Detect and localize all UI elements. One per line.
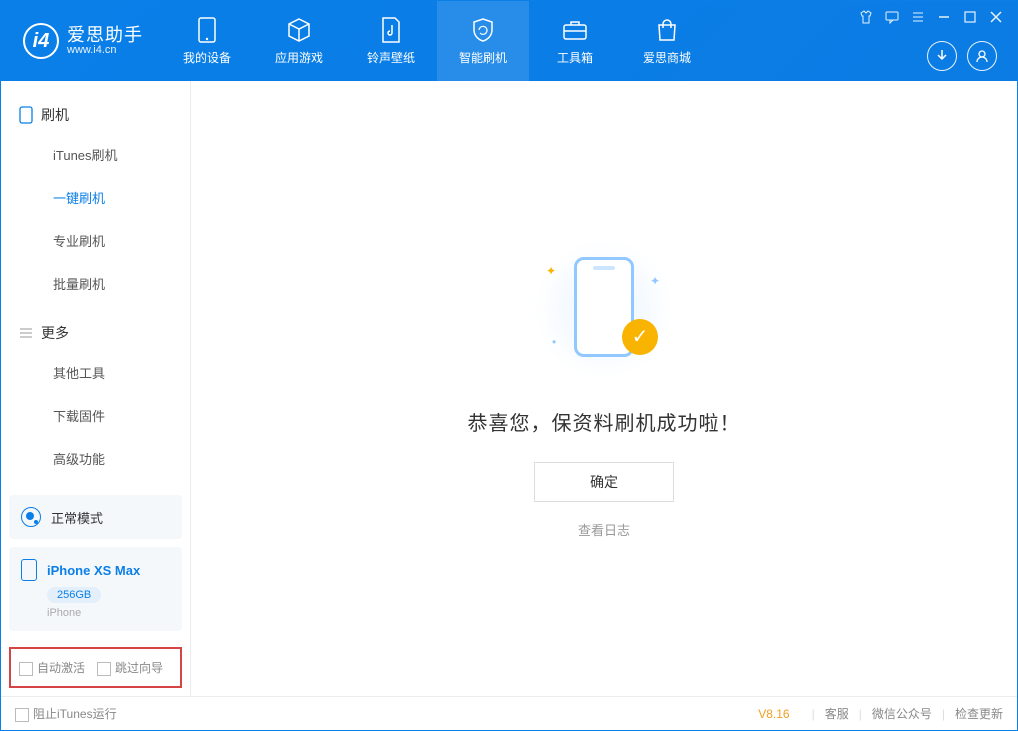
list-icon bbox=[19, 326, 33, 340]
skip-wizard-checkbox[interactable]: 跳过向导 bbox=[97, 659, 163, 676]
sidebar-item-other-tools[interactable]: 其他工具 bbox=[1, 351, 190, 394]
sidebar-item-batch-flash[interactable]: 批量刷机 bbox=[1, 262, 190, 305]
close-button[interactable] bbox=[985, 7, 1007, 27]
phone-icon bbox=[19, 106, 33, 124]
tab-apps-games[interactable]: 应用游戏 bbox=[253, 1, 345, 81]
footer-link-update[interactable]: 检查更新 bbox=[955, 705, 1003, 722]
tab-label: 我的设备 bbox=[183, 49, 231, 66]
app-url: www.i4.cn bbox=[67, 44, 143, 56]
sidebar-item-advanced[interactable]: 高级功能 bbox=[1, 437, 190, 480]
sidebar: 刷机 iTunes刷机 一键刷机 专业刷机 批量刷机 更多 其他工具 下载固件 … bbox=[1, 81, 191, 696]
window-controls bbox=[855, 7, 1007, 27]
footer-link-support[interactable]: 客服 bbox=[825, 705, 849, 722]
sidebar-group-more: 更多 bbox=[1, 315, 190, 351]
tab-label: 爱思商城 bbox=[643, 49, 691, 66]
logo-icon: i4 bbox=[23, 23, 59, 59]
view-log-link[interactable]: 查看日志 bbox=[578, 520, 630, 539]
tab-label: 工具箱 bbox=[557, 49, 593, 66]
sparkle-icon: • bbox=[552, 335, 556, 349]
maximize-button[interactable] bbox=[959, 7, 981, 27]
group-title: 更多 bbox=[41, 323, 69, 343]
tab-label: 应用游戏 bbox=[275, 49, 323, 66]
sidebar-item-itunes-flash[interactable]: iTunes刷机 bbox=[1, 133, 190, 176]
nav-tabs: 我的设备 应用游戏 铃声壁纸 智能刷机 工具箱 爱思商城 bbox=[161, 1, 713, 81]
mode-card[interactable]: 正常模式 bbox=[9, 495, 182, 539]
main-content: ✦ ✦ • ✓ 恭喜您，保资料刷机成功啦！ 确定 查看日志 bbox=[191, 81, 1017, 696]
checkmark-icon: ✓ bbox=[622, 319, 658, 355]
device-card[interactable]: iPhone XS Max 256GB iPhone bbox=[9, 547, 182, 631]
title-bar: i4 爱思助手 www.i4.cn 我的设备 应用游戏 铃声壁纸 智能刷机 工具… bbox=[1, 1, 1017, 81]
version-label: V8.16 bbox=[758, 707, 789, 721]
minimize-button[interactable] bbox=[933, 7, 955, 27]
sidebar-item-download-firmware[interactable]: 下载固件 bbox=[1, 394, 190, 437]
tab-smart-flash[interactable]: 智能刷机 bbox=[437, 1, 529, 81]
device-phone-icon bbox=[21, 559, 37, 581]
sidebar-item-pro-flash[interactable]: 专业刷机 bbox=[1, 219, 190, 262]
device-type: iPhone bbox=[47, 607, 170, 619]
group-title: 刷机 bbox=[41, 105, 69, 125]
app-name: 爱思助手 bbox=[67, 26, 143, 44]
menu-icon[interactable] bbox=[907, 7, 929, 27]
sparkle-icon: ✦ bbox=[546, 264, 556, 278]
confirm-button[interactable]: 确定 bbox=[534, 462, 674, 502]
tab-my-device[interactable]: 我的设备 bbox=[161, 1, 253, 81]
mode-label: 正常模式 bbox=[51, 508, 103, 527]
music-file-icon bbox=[377, 17, 405, 43]
device-name: iPhone XS Max bbox=[47, 563, 140, 578]
tab-ringtones-wallpapers[interactable]: 铃声壁纸 bbox=[345, 1, 437, 81]
tab-toolbox[interactable]: 工具箱 bbox=[529, 1, 621, 81]
mode-icon bbox=[21, 507, 41, 527]
toolbox-icon bbox=[561, 17, 589, 43]
app-logo: i4 爱思助手 www.i4.cn bbox=[1, 1, 161, 81]
download-button[interactable] bbox=[927, 41, 957, 71]
sidebar-bottom-options: 自动激活 跳过向导 bbox=[9, 647, 182, 688]
success-illustration: ✦ ✦ • ✓ bbox=[534, 239, 674, 379]
block-itunes-checkbox[interactable]: 阻止iTunes运行 bbox=[15, 705, 117, 722]
bag-icon bbox=[653, 17, 681, 43]
tab-label: 铃声壁纸 bbox=[367, 49, 415, 66]
skin-icon[interactable] bbox=[855, 7, 877, 27]
success-message: 恭喜您，保资料刷机成功啦！ bbox=[468, 407, 741, 436]
sidebar-group-flash: 刷机 bbox=[1, 97, 190, 133]
footer-bar: 阻止iTunes运行 V8.16 | 客服 | 微信公众号 | 检查更新 bbox=[1, 696, 1017, 730]
user-button[interactable] bbox=[967, 41, 997, 71]
tab-label: 智能刷机 bbox=[459, 49, 507, 66]
tab-store[interactable]: 爱思商城 bbox=[621, 1, 713, 81]
cube-icon bbox=[285, 17, 313, 43]
device-capacity: 256GB bbox=[47, 587, 101, 603]
shield-refresh-icon bbox=[469, 17, 497, 43]
footer-link-wechat[interactable]: 微信公众号 bbox=[872, 705, 932, 722]
device-icon bbox=[193, 17, 221, 43]
sidebar-item-oneclick-flash[interactable]: 一键刷机 bbox=[1, 176, 190, 219]
auto-activate-checkbox[interactable]: 自动激活 bbox=[19, 659, 85, 676]
feedback-icon[interactable] bbox=[881, 7, 903, 27]
sparkle-icon: ✦ bbox=[650, 274, 660, 288]
